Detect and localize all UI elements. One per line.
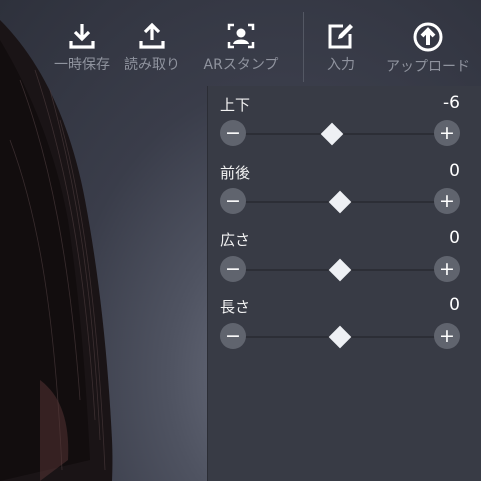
length-value: 0 xyxy=(449,295,460,315)
upload-icon xyxy=(139,22,165,49)
vertical-label: 上下 xyxy=(220,96,251,114)
width-label: 広さ xyxy=(220,231,251,249)
load-label: 読み取り xyxy=(124,57,180,73)
depth-label: 前後 xyxy=(220,164,251,182)
ar-stamp-label: ARスタンプ xyxy=(203,57,279,73)
vertical-value: -6 xyxy=(443,93,460,113)
length-slider-thumb[interactable] xyxy=(328,325,352,349)
upload-button[interactable]: アップロード xyxy=(384,22,472,74)
download-icon xyxy=(69,24,95,49)
edit-icon xyxy=(328,24,353,49)
width-value: 0 xyxy=(449,228,460,248)
width-decrease-button[interactable]: − xyxy=(220,256,246,282)
length-decrease-button[interactable]: − xyxy=(220,323,246,349)
input-label: 入力 xyxy=(327,57,355,73)
ar-stamp-button[interactable]: ARスタンプ xyxy=(197,22,285,72)
width-increase-button[interactable]: + xyxy=(434,256,460,282)
depth-value: 0 xyxy=(449,161,460,181)
input-button[interactable]: 入力 xyxy=(297,22,385,72)
depth-slider-thumb[interactable] xyxy=(328,190,352,214)
length-increase-button[interactable]: + xyxy=(434,323,460,349)
depth-decrease-button[interactable]: − xyxy=(220,188,246,214)
length-label: 長さ xyxy=(220,298,251,316)
cloud-upload-icon xyxy=(413,22,443,52)
vertical-slider-thumb[interactable] xyxy=(320,122,344,146)
vertical-decrease-button[interactable]: − xyxy=(220,120,246,146)
vertical-slider[interactable]: − + xyxy=(220,120,460,148)
depth-slider[interactable]: − + xyxy=(220,188,460,216)
upload-label: アップロード xyxy=(386,59,470,75)
adjust-panel: 上下 -6 − + 前後 0 − + 広さ 0 − + 長さ 0 − + xyxy=(207,86,481,481)
length-slider[interactable]: − + xyxy=(220,323,460,351)
depth-increase-button[interactable]: + xyxy=(434,188,460,214)
width-slider-thumb[interactable] xyxy=(328,258,352,282)
ar-stamp-icon xyxy=(227,23,255,49)
toolbar: 一時保存 読み取り ARスタンプ 入力 アップロード xyxy=(0,0,481,86)
load-button[interactable]: 読み取り xyxy=(108,22,196,72)
width-slider[interactable]: − + xyxy=(220,256,460,284)
vertical-increase-button[interactable]: + xyxy=(434,120,460,146)
